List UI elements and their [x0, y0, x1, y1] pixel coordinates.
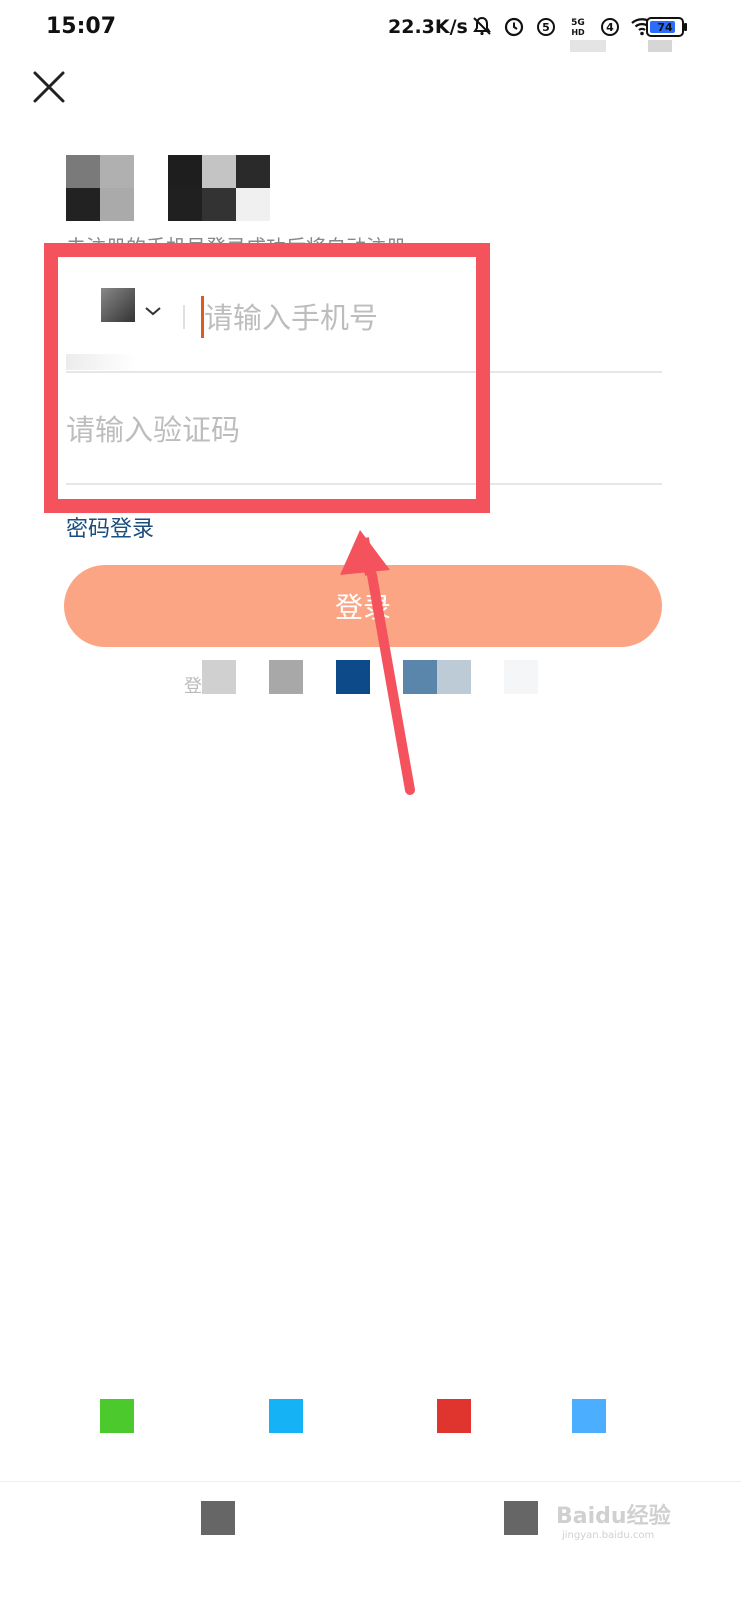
status-icons: 5 5G HD 4 [470, 14, 654, 38]
bottom-nav-button-right[interactable] [504, 1501, 538, 1535]
highlight-annotation [44, 243, 490, 513]
qq-icon[interactable] [269, 1399, 303, 1433]
watermark-brand: Baidu经验 [556, 1504, 671, 1529]
close-icon [33, 71, 65, 103]
phone-input[interactable] [204, 296, 644, 340]
country-code-flag[interactable] [101, 288, 135, 322]
battery-tip [684, 23, 687, 31]
country-code-selector[interactable] [144, 302, 162, 316]
phone-underline [66, 371, 662, 373]
input-divider [183, 305, 185, 329]
chevron-down-icon [145, 307, 161, 316]
agreement-link[interactable] [336, 660, 370, 694]
bell-muted-icon [470, 14, 494, 38]
5g-hd-icon: 5G HD [566, 14, 590, 38]
weibo-icon[interactable] [437, 1399, 471, 1433]
bottom-divider [0, 1481, 741, 1482]
alarm-icon [502, 14, 526, 38]
bottom-nav-button-left[interactable] [201, 1501, 235, 1535]
alipay-icon[interactable] [572, 1399, 606, 1433]
battery-level: 74 [657, 20, 673, 34]
agreement-link[interactable] [403, 660, 437, 694]
masked-agreement-block [504, 660, 538, 694]
svg-text:5G: 5G [571, 18, 585, 28]
login-button[interactable]: 登录 [64, 565, 662, 647]
svg-text:4: 4 [606, 21, 614, 34]
masked-agreement-block [269, 660, 303, 694]
masked-country-label [66, 354, 136, 370]
network-speed: 22.3K/s [388, 16, 468, 38]
battery-icon: 74 [646, 17, 684, 37]
close-button[interactable] [30, 68, 68, 106]
sim-4-icon: 4 [598, 14, 622, 38]
code-underline [66, 483, 662, 485]
masked-status-block [570, 40, 606, 52]
verification-code-input[interactable] [66, 408, 626, 452]
masked-agreement-block [202, 660, 236, 694]
watermark-url: jingyan.baidu.com [562, 1530, 655, 1541]
sim-5-icon: 5 [534, 14, 558, 38]
wechat-icon[interactable] [100, 1399, 134, 1433]
page-subtitle: 未注册的手机号登录成功后将自动注册 [66, 232, 406, 246]
masked-title [66, 155, 286, 221]
svg-text:HD: HD [571, 28, 585, 37]
svg-text:5: 5 [542, 21, 550, 34]
masked-status-block [648, 40, 672, 52]
baidu-watermark: Baidu经验 jingyan.baidu.com [556, 1498, 706, 1558]
status-time: 15:07 [46, 14, 117, 39]
password-login-link[interactable]: 密码登录 [66, 511, 154, 543]
masked-agreement-block [437, 660, 471, 694]
